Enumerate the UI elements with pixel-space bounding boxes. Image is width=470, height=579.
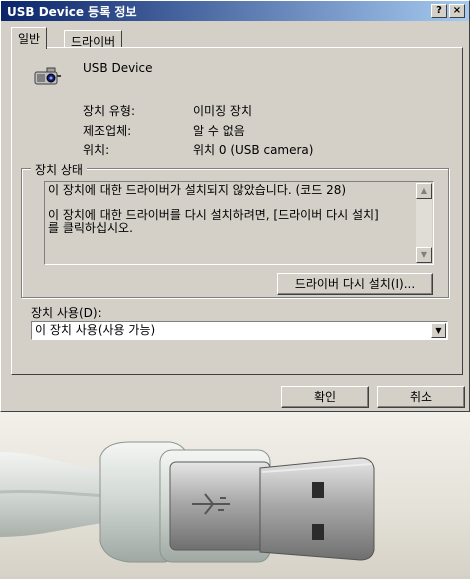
usb-plug-icon (0, 441, 375, 563)
status-text: 이 장치에 대한 드라이버가 설치되지 않았습니다. (코드 28) 이 장치에… (46, 183, 415, 263)
device-usage-label: 장치 사용(D): (31, 306, 102, 320)
chevron-down-icon[interactable]: ▼ (431, 323, 446, 338)
window-title: USB Device 등록 정보 (7, 5, 137, 19)
manufacturer-label: 제조업체: (83, 124, 132, 138)
tab-general[interactable]: 일반 (11, 27, 48, 49)
tab-driver[interactable]: 드라이버 (64, 30, 123, 49)
location-label: 위치: (83, 143, 110, 157)
device-type-value: 이미징 장치 (193, 104, 253, 118)
properties-dialog: USB Device 등록 정보 ? × 일반 드라이버 USB Device … (0, 0, 470, 412)
camera-device-icon (34, 67, 61, 85)
device-type-label: 장치 유형: (83, 104, 136, 118)
scroll-down-icon[interactable]: ▼ (416, 247, 432, 263)
reinstall-driver-button[interactable]: 드라이버 다시 설치(I)... (277, 273, 433, 295)
status-scrollbar[interactable]: ▲ ▼ (416, 183, 432, 263)
status-line-instructions-cont: 를 클릭하십시오. (48, 221, 133, 235)
device-usage-value: 이 장치 사용(사용 가능) (35, 323, 156, 337)
close-button[interactable]: × (449, 4, 465, 18)
device-name: USB Device (83, 61, 153, 75)
usb-connector-photo (0, 412, 470, 576)
scroll-up-icon[interactable]: ▲ (416, 183, 432, 199)
help-button[interactable]: ? (431, 4, 447, 18)
ok-button[interactable]: 확인 (281, 386, 369, 408)
location-value: 위치 0 (USB camera) (193, 143, 314, 157)
device-status-label: 장치 상태 (31, 161, 87, 178)
device-usage-select[interactable]: 이 장치 사용(사용 가능) ▼ (31, 321, 448, 340)
manufacturer-value: 알 수 없음 (193, 124, 245, 138)
cancel-button[interactable]: 취소 (377, 386, 465, 408)
status-textbox[interactable]: 이 장치에 대한 드라이버가 설치되지 않았습니다. (코드 28) 이 장치에… (44, 181, 434, 265)
status-line-code: 이 장치에 대한 드라이버가 설치되지 않았습니다. (코드 28) (48, 183, 347, 197)
title-bar[interactable]: USB Device 등록 정보 ? × (1, 1, 469, 21)
